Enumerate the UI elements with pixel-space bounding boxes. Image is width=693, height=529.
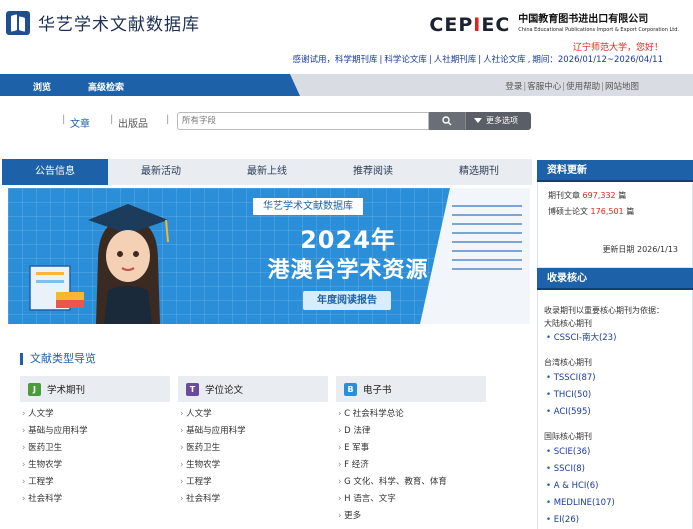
list-item[interactable]: 工程学 — [20, 474, 170, 491]
list-item[interactable]: 人文学 — [178, 406, 328, 423]
caret-down-icon — [474, 118, 482, 123]
nav-advanced-search[interactable]: 高级检索 — [88, 80, 124, 93]
promo-banner[interactable]: 华艺学术文献数据库 2024年 港澳台学术资源 年度阅读报告 — [8, 188, 530, 324]
banner-title: 华艺学术文献数据库 — [253, 198, 363, 215]
list-item[interactable]: D 法律 — [336, 423, 486, 440]
core-item-ahci[interactable]: A & HCI(6) — [544, 478, 692, 495]
core-heading: 收录核心 — [537, 268, 693, 290]
site-header: 华艺学术文献数据库 CEPIEC 中国教育图书进出口有限公司 China Edu… — [0, 0, 693, 72]
category-ebooks: B 电子书 C 社会科学总论 D 法律 E 军事 F 经济 G 文化、科学、教育… — [336, 376, 486, 525]
nav-bar: 浏览 高级检索 登录|客服中心|使用帮助|网站地图 — [0, 74, 693, 96]
list-item[interactable]: 社会科学 — [178, 491, 328, 508]
banner-year: 2024年 — [300, 226, 396, 254]
list-item[interactable]: 生物农学 — [178, 457, 328, 474]
login-link[interactable]: 登录 — [505, 82, 522, 92]
content-tabs: 公告信息 最新活动 最新上线 推荐阅读 精选期刊 — [2, 159, 532, 185]
thesis-badge-icon: T — [186, 382, 199, 396]
help-link[interactable]: 使用帮助 — [566, 82, 600, 92]
list-item[interactable]: C 社会科学总论 — [336, 406, 486, 423]
core-group-taiwan: 台湾核心期刊 — [544, 358, 592, 367]
book-logo-icon — [6, 10, 30, 35]
list-item[interactable]: H 语言、文字 — [336, 491, 486, 508]
search-icon — [442, 116, 452, 126]
category-header[interactable]: J 学术期刊 — [20, 376, 170, 402]
trial-period: 期间：2026/01/12~2026/04/11 — [532, 55, 663, 65]
core-item-ssci[interactable]: SSCI(8) — [544, 461, 692, 478]
updates-heading: 资料更新 — [537, 160, 693, 182]
more-link[interactable]: 更多 — [336, 508, 486, 525]
category-header[interactable]: B 电子书 — [336, 376, 486, 402]
partner-name-en: China Educational Publications Import & … — [518, 27, 679, 33]
search-type-article[interactable]: 文章 — [70, 115, 90, 130]
core-item-cssci[interactable]: CSSCI-南大(23) — [544, 330, 692, 347]
trial-link-soc-paper[interactable]: 人社论文库 — [483, 55, 526, 65]
search-button[interactable] — [429, 112, 465, 130]
core-panel: 收录期刊以重要核心期刊为依据： 大陆核心期刊 CSSCI-南大(23) 台湾核心… — [537, 290, 693, 529]
journal-count-row: 期刊文章 697,332 篇 — [548, 191, 627, 200]
journal-badge-icon: J — [28, 382, 41, 396]
list-item[interactable]: 生物农学 — [20, 457, 170, 474]
list-item[interactable]: F 经济 — [336, 457, 486, 474]
doc-types-heading: 文献类型导览 — [20, 353, 96, 365]
list-item[interactable]: 人文学 — [20, 406, 170, 423]
search-type-publication[interactable]: 出版品 — [118, 115, 148, 130]
list-item[interactable]: 医药卫生 — [20, 440, 170, 457]
core-item-tssci[interactable]: TSSCI(87) — [544, 370, 692, 387]
trial-info: 感谢试用，科学期刊库 | 科学论文库 | 人社期刊库 | 人社论文库, 期间：2026/01/… — [292, 55, 663, 65]
list-item[interactable]: E 军事 — [336, 440, 486, 457]
tab-recommended[interactable]: 推荐阅读 — [320, 159, 426, 185]
list-item[interactable]: 社会科学 — [20, 491, 170, 508]
partner-brand: CEPIEC — [429, 14, 511, 36]
banner-headline: 港澳台学术资源 — [267, 258, 429, 283]
search-input[interactable] — [177, 112, 429, 130]
sidebar-right: 资料更新 期刊文章 697,332 篇 博硕士论文 176,501 篇 更新日期… — [537, 160, 693, 529]
site-logo[interactable]: 华艺学术文献数据库 — [6, 10, 200, 35]
category-theses: T 学位论文 人文学 基础与应用科学 医药卫生 生物农学 工程学 社会科学 — [178, 376, 328, 508]
partner-logo: CEPIEC 中国教育图书进出口有限公司 China Educational P… — [429, 14, 679, 36]
student-illustration — [88, 204, 169, 324]
core-item-scie[interactable]: SCIE(36) — [544, 444, 692, 461]
list-item[interactable]: 医药卫生 — [178, 440, 328, 457]
user-greeting: 辽宁师范大学，您好！ — [572, 43, 663, 53]
ebook-badge-icon: B — [344, 382, 357, 396]
top-links: 登录|客服中心|使用帮助|网站地图 — [505, 82, 639, 92]
nav-browse[interactable]: 浏览 — [33, 80, 51, 93]
category-header[interactable]: T 学位论文 — [178, 376, 328, 402]
more-options-button[interactable]: 更多选项 — [465, 112, 531, 130]
list-item[interactable]: 工程学 — [178, 474, 328, 491]
core-group-international: 国际核心期刊 — [544, 432, 592, 441]
list-item[interactable]: 基础与应用科学 — [20, 423, 170, 440]
site-name: 华艺学术文献数据库 — [38, 15, 200, 35]
thesis-count-row: 博硕士论文 176,501 篇 — [548, 207, 635, 216]
customer-service-link[interactable]: 客服中心 — [527, 82, 561, 92]
sitemap-link[interactable]: 网站地图 — [605, 82, 639, 92]
trial-link-sci-paper[interactable]: 科学论文库 — [384, 55, 427, 65]
core-description: 收录期刊以重要核心期刊为依据： — [544, 306, 664, 315]
core-group-mainland: 大陆核心期刊 — [544, 319, 592, 328]
core-item-medline[interactable]: MEDLINE(107) — [544, 495, 692, 512]
trial-link-soc-journal[interactable]: 人社期刊库 — [434, 55, 477, 65]
category-journals: J 学术期刊 人文学 基础与应用科学 医药卫生 生物农学 工程学 社会科学 — [20, 376, 170, 508]
partner-name-cn: 中国教育图书进出口有限公司 — [518, 14, 649, 25]
search-area: | 文章 | 出版品 | 更多选项 — [0, 96, 693, 156]
update-date: 更新日期 2026/1/13 — [602, 245, 678, 254]
list-item[interactable]: G 文化、科学、教育、体育 — [336, 474, 486, 491]
tab-featured-journals[interactable]: 精选期刊 — [426, 159, 532, 185]
trial-link-sci-journal[interactable]: 科学期刊库 — [335, 55, 378, 65]
banner-report-button[interactable]: 年度阅读报告 — [303, 291, 391, 310]
updates-panel: 期刊文章 697,332 篇 博硕士论文 176,501 篇 更新日期 2026… — [537, 182, 693, 268]
list-item[interactable]: 基础与应用科学 — [178, 423, 328, 440]
core-item-thci[interactable]: THCI(50) — [544, 387, 692, 404]
core-item-aci[interactable]: ACI(595) — [544, 404, 692, 421]
tab-latest-online[interactable]: 最新上线 — [214, 159, 320, 185]
tab-latest-events[interactable]: 最新活动 — [108, 159, 214, 185]
tab-announcements[interactable]: 公告信息 — [2, 159, 108, 185]
core-item-ei[interactable]: EI(26) — [544, 512, 692, 529]
